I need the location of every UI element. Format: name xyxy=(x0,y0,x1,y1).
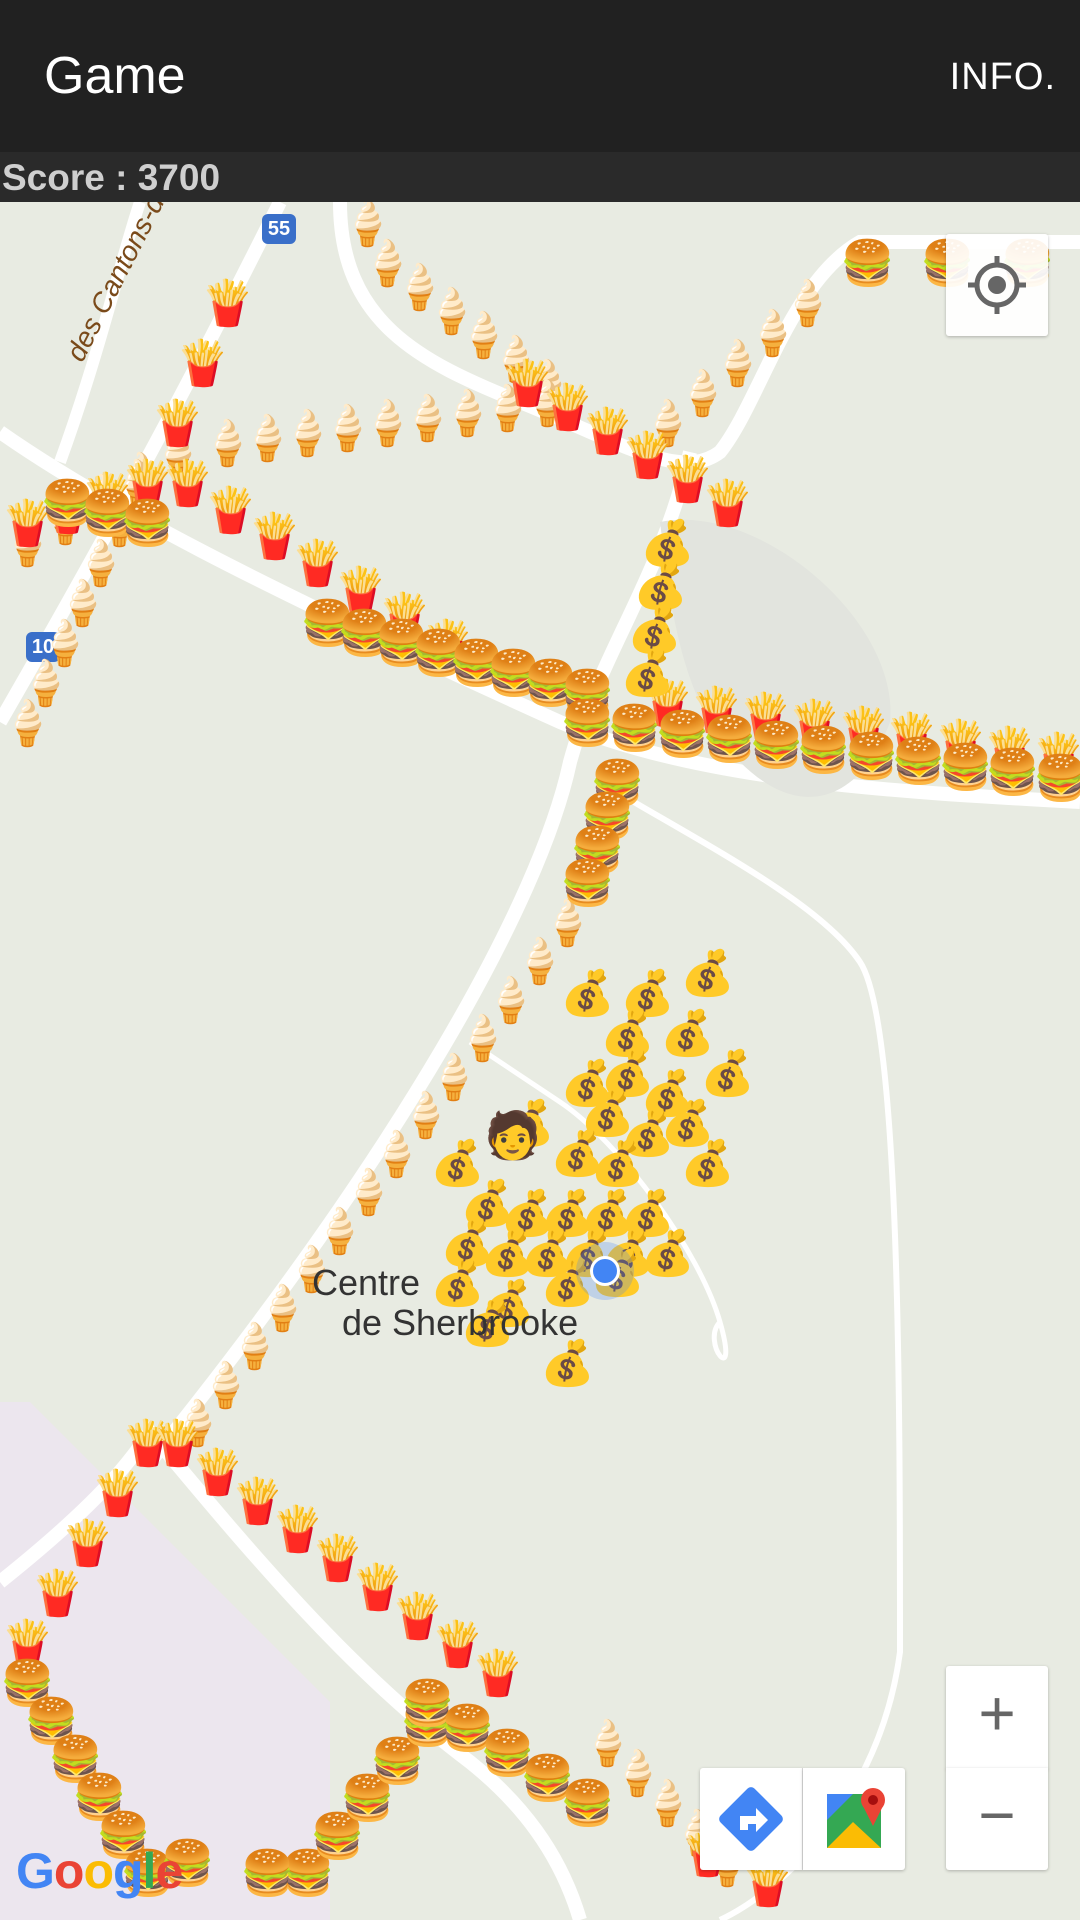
money-bag-icon[interactable]: 💰 xyxy=(627,609,682,653)
money-bag-icon[interactable]: 💰 xyxy=(640,1232,695,1276)
burger-icon[interactable]: 🍔 xyxy=(560,862,615,906)
zoom-in-label: + xyxy=(978,1677,1016,1749)
app-title: Game xyxy=(44,47,186,105)
fries-icon[interactable]: 🍟 xyxy=(200,282,255,326)
highway-shield-55: 55 xyxy=(262,214,296,244)
directions-icon xyxy=(719,1787,783,1851)
my-location-dot xyxy=(576,1242,634,1300)
score-bar: Score : 3700 xyxy=(0,152,1080,202)
poi-label: Centre xyxy=(312,1262,420,1304)
info-button[interactable]: INFO. xyxy=(950,54,1056,100)
burger-icon[interactable]: 🍔 xyxy=(560,1782,615,1826)
my-location-icon xyxy=(968,256,1026,314)
fries-icon[interactable]: 🍟 xyxy=(60,1522,115,1566)
money-bag-icon[interactable]: 💰 xyxy=(633,565,688,609)
fries-icon[interactable]: 🍟 xyxy=(30,1572,85,1616)
money-bag-icon[interactable]: 💰 xyxy=(620,652,675,696)
fries-icon[interactable]: 🍟 xyxy=(90,1472,145,1516)
poi-label-line1: Centre xyxy=(312,1262,421,1303)
burger-icon[interactable]: 🍔 xyxy=(240,1852,295,1896)
money-bag-icon[interactable]: 💰 xyxy=(680,952,735,996)
burger-icon[interactable]: 🍔 xyxy=(985,751,1040,795)
money-bag-icon[interactable]: 💰 xyxy=(700,1052,755,1096)
burger-icon[interactable]: 🍔 xyxy=(796,729,851,773)
score-text: Score : 3700 xyxy=(2,157,221,198)
poi-label-2: de Sherbrooke xyxy=(342,1302,578,1344)
google-logo: Google xyxy=(16,1843,183,1899)
zoom-out-button[interactable]: − xyxy=(946,1768,1048,1870)
money-bag-icon[interactable]: 💰 xyxy=(680,1142,735,1186)
ice-cream-icon[interactable]: 🍦 xyxy=(780,282,835,326)
player-avatar-icon[interactable]: 🧑 xyxy=(484,1112,541,1158)
fries-icon[interactable]: 🍟 xyxy=(175,342,230,386)
fries-icon[interactable]: 🍟 xyxy=(700,482,755,526)
map-view[interactable]: 55 10 des Cantons-de-l'Est 🍦 🍦 🍦 🍦 🍦 🍦 🍦 🍦 🍦 🍦 🍦 🍦 🍦… xyxy=(0,202,1080,1920)
google-maps-icon xyxy=(827,1788,885,1848)
zoom-in-button[interactable]: + xyxy=(946,1666,1048,1769)
zoom-out-label: − xyxy=(978,1779,1016,1851)
fries-icon[interactable]: 🍟 xyxy=(150,402,205,446)
app-bar: Game INFO. xyxy=(0,0,1080,152)
burger-icon[interactable]: 🍔 xyxy=(840,242,895,286)
burger-icon[interactable]: 🍔 xyxy=(120,502,175,546)
money-bag-icon[interactable]: 💰 xyxy=(540,1342,595,1386)
google-maps-button[interactable] xyxy=(803,1768,905,1870)
money-bag-icon[interactable]: 💰 xyxy=(590,1142,645,1186)
directions-button[interactable] xyxy=(700,1768,803,1870)
burger-icon[interactable]: 🍔 xyxy=(1033,757,1080,801)
burger-icon[interactable]: 🍔 xyxy=(607,707,662,751)
poi-label-line2: de Sherbrooke xyxy=(342,1302,579,1343)
money-bag-icon[interactable]: 💰 xyxy=(640,522,695,566)
my-location-button[interactable] xyxy=(946,234,1048,336)
fries-icon[interactable]: 🍟 xyxy=(470,1652,525,1696)
